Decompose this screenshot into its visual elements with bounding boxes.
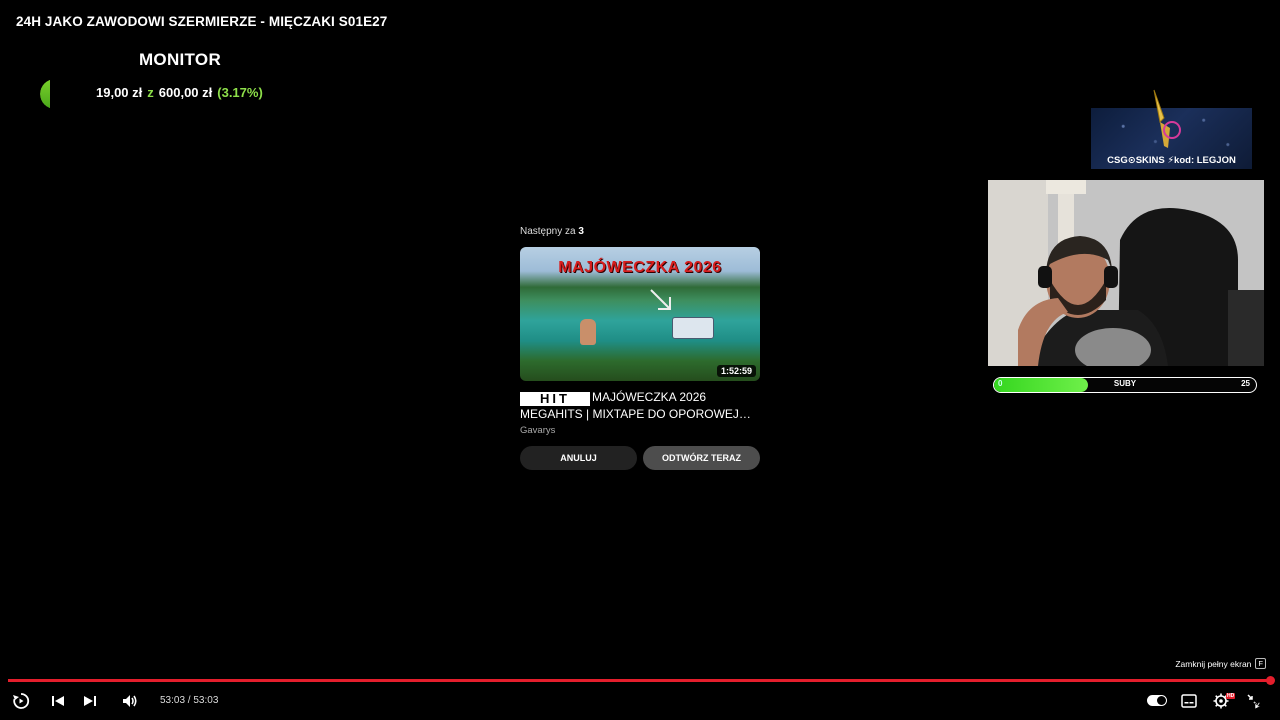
autoplay-toggle-knob [1157,696,1166,705]
previous-button[interactable] [47,690,69,712]
subscriber-goal-bar: 0 SUBY 25 [993,377,1257,393]
previous-icon [52,696,64,706]
up-next-countdown: 3 [578,226,584,237]
knife-icon [1153,89,1181,148]
video-duration: 1:52:59 [716,365,756,377]
donation-percent: (3.17%) [217,85,263,100]
subscriber-goal-max: 25 [1241,379,1250,388]
video-title: 24H JAKO ZAWODOWI SZERMIERZE - MIĘCZAKI … [16,14,388,29]
donation-goal-title: MONITOR [138,50,222,69]
webcam-feed [988,180,1264,366]
donation-separator: z [147,85,154,100]
time-display: 53:03 / 53:03 [160,695,219,706]
tooltip-text: Zamknij pełny ekran [1175,658,1252,669]
quality-badge: HD [1226,693,1236,699]
scrubber-handle[interactable] [1266,676,1275,685]
up-next-prefix: Następny za [520,226,576,237]
subtitles-icon [1181,694,1197,708]
volume-icon [123,695,137,707]
donation-target: 600,00 zł [158,85,213,100]
tooltip-key: F [1255,658,1266,669]
next-icon [84,696,96,706]
exit-fullscreen-button[interactable] [1242,690,1264,712]
subtitles-button[interactable] [1178,690,1200,712]
thumbnail-bus [672,317,714,339]
donation-goal-amounts: 19,00 zł z 600,00 zł (3.17%) [96,85,263,100]
webcam-scene [988,180,1264,366]
donation-goal-pie [40,79,70,109]
up-next-thumbnail[interactable]: MAJÓWECZKA 2026 1:52:59 [520,247,760,381]
volume-button[interactable] [119,690,141,712]
up-next-label: Następny za 3 [520,226,584,237]
up-next-channel: Gavarys [520,425,556,436]
arrow-icon [650,289,671,310]
donation-goal-pie-fill [40,79,50,109]
up-next-title[interactable]: HIT MAJÓWECZKA 2026 MEGAHITS | MIXTAPE DO… [520,389,760,422]
replay-button[interactable] [10,690,32,712]
thumbnail-title-text: MAJÓWECZKA 2026 [558,259,722,276]
play-now-button[interactable]: ODTWÓRZ TERAZ [643,446,760,470]
cancel-button[interactable]: ANULUJ [520,446,637,470]
progress-bar[interactable] [8,676,1275,685]
next-button[interactable] [79,690,101,712]
hit-logo: HIT [520,392,590,406]
autoplay-toggle[interactable] [1147,695,1167,706]
replay-icon [13,693,30,709]
exit-fullscreen-icon [1247,694,1262,710]
thumbnail-figure [580,319,596,345]
donation-current: 19,00 zł [96,85,143,100]
exit-fullscreen-tooltip: Zamknij pełny ekran F [1175,658,1266,669]
subscriber-goal-label: SUBY [1113,379,1137,388]
